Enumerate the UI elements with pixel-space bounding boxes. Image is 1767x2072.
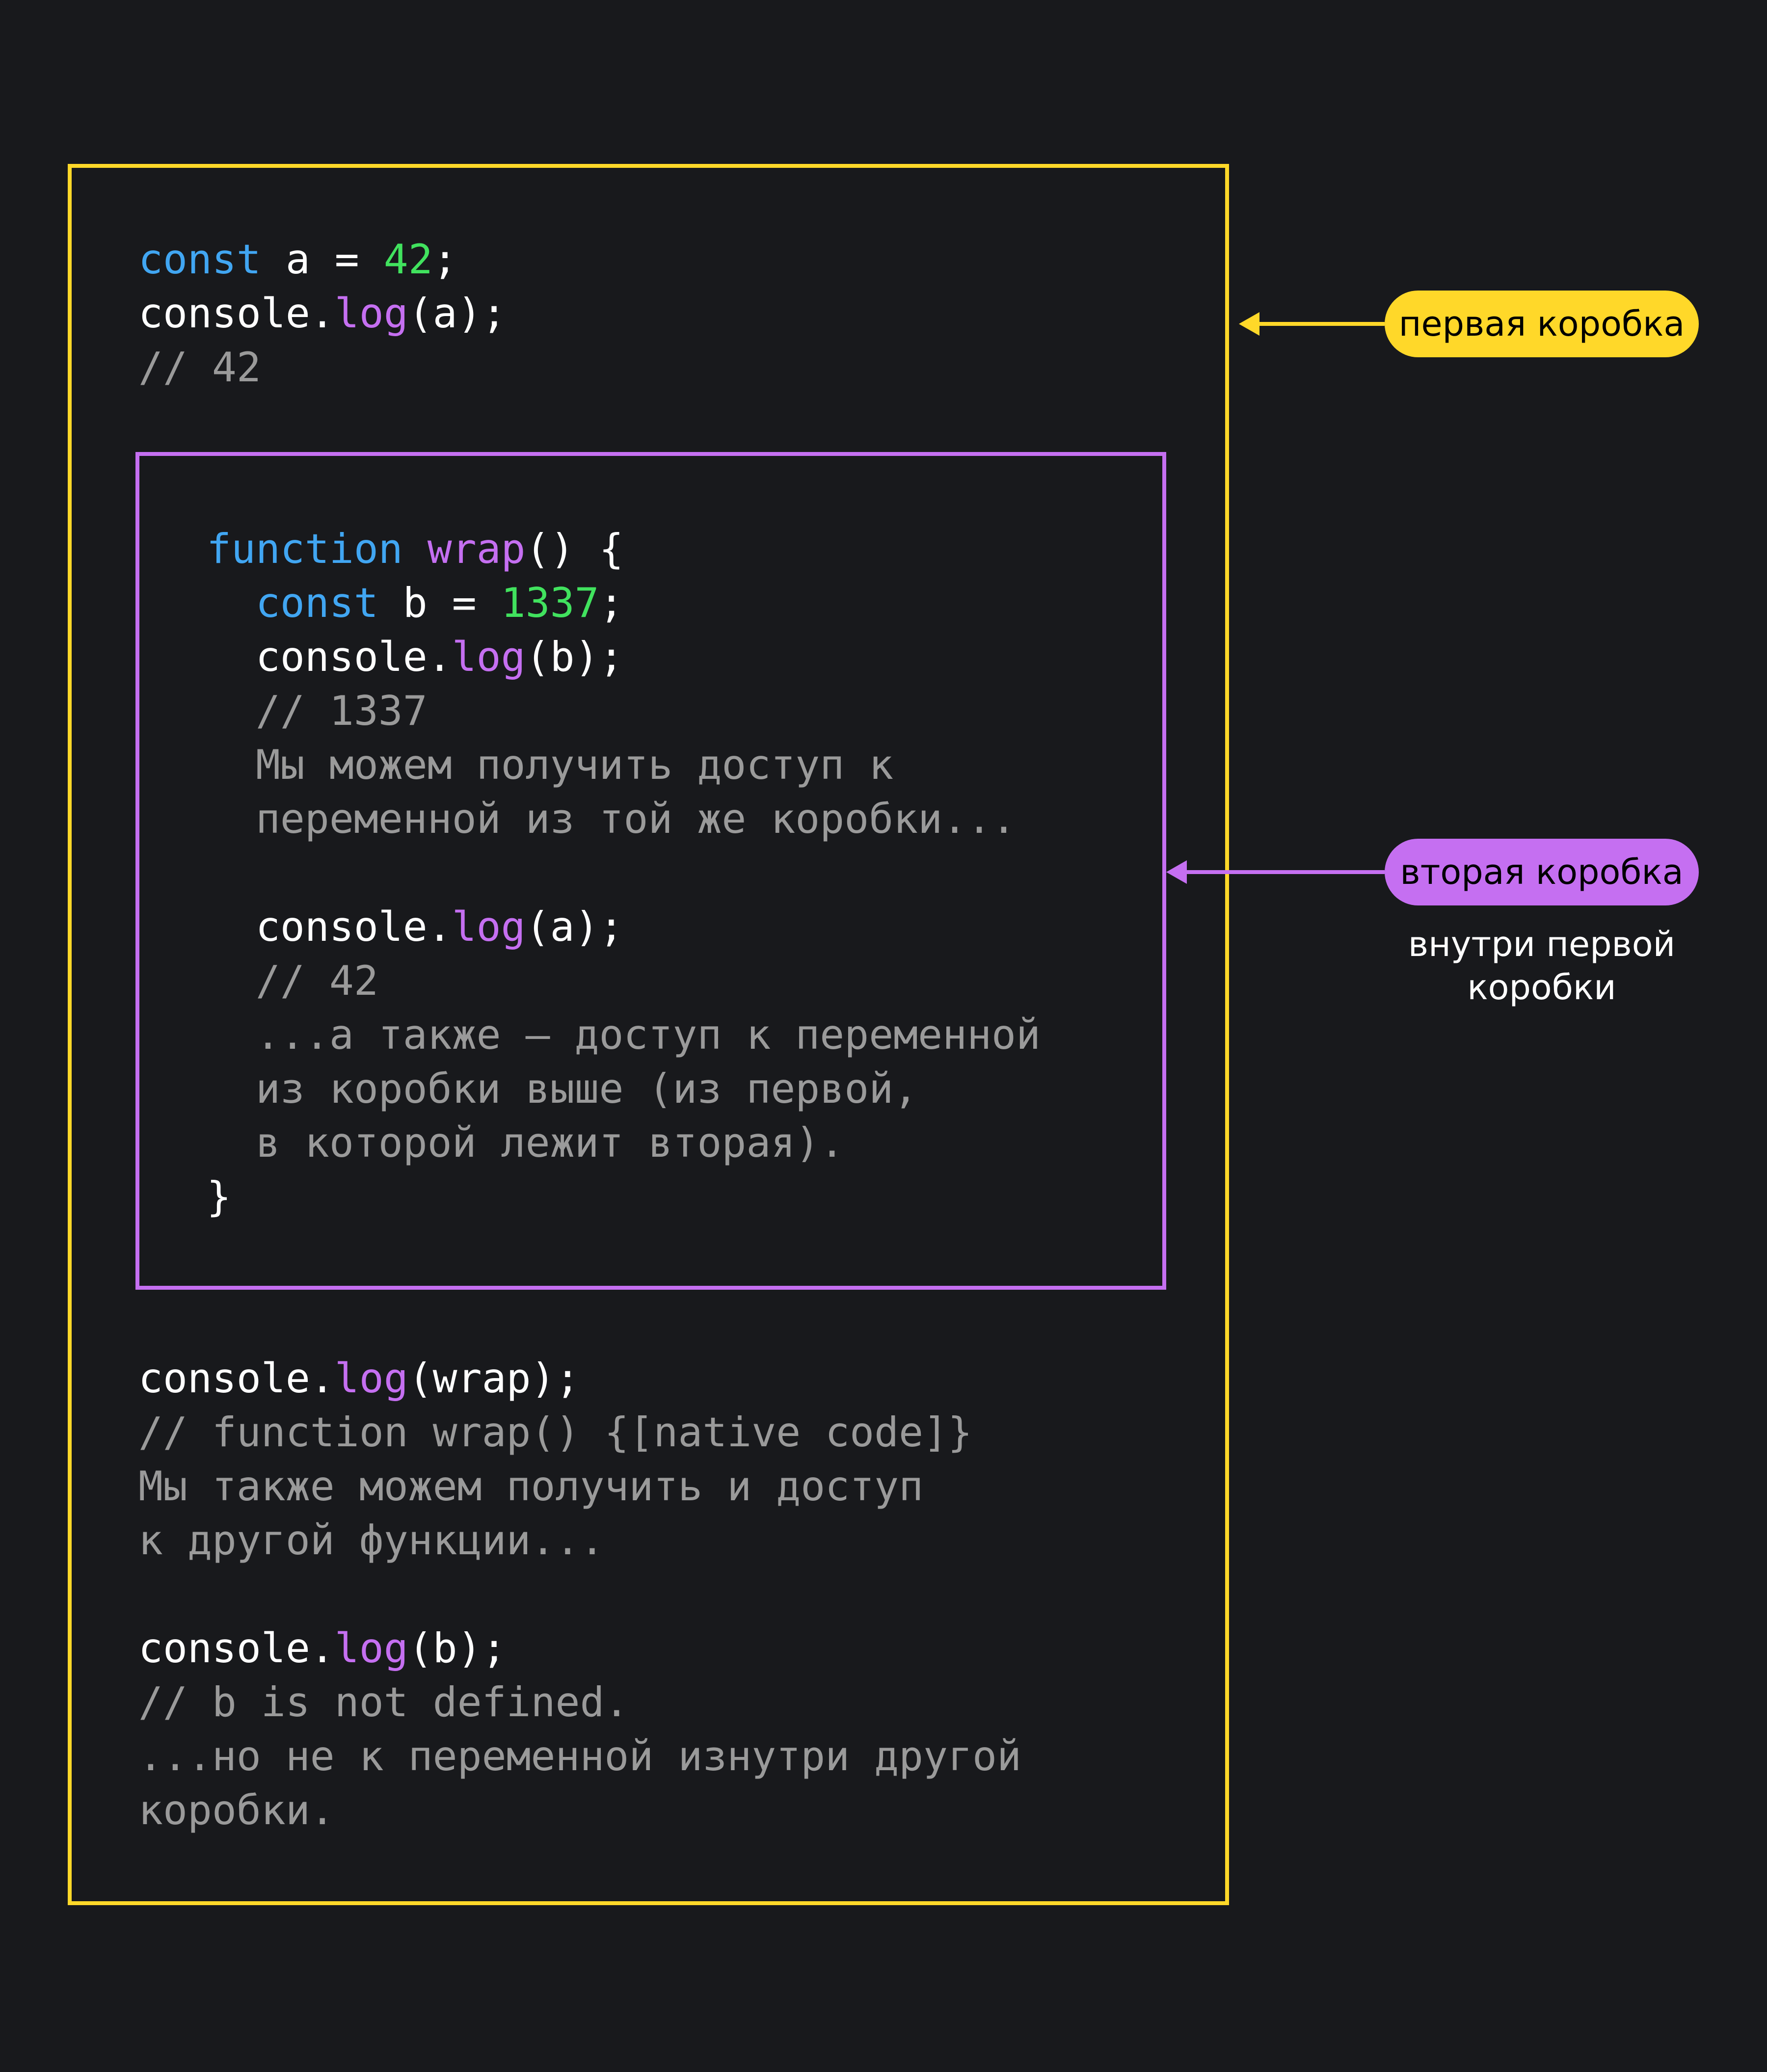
- first-box-label: первая коробка: [1385, 291, 1699, 357]
- second-box-label: вторая коробка: [1385, 839, 1699, 905]
- second-box-note: внутри первой коробки: [1345, 923, 1739, 1009]
- note-line: коробки: [1467, 967, 1616, 1008]
- first-box-arrowhead-icon: [1239, 312, 1259, 336]
- second-box-arrowhead-icon: [1166, 860, 1187, 884]
- note-line: внутри первой: [1408, 924, 1676, 964]
